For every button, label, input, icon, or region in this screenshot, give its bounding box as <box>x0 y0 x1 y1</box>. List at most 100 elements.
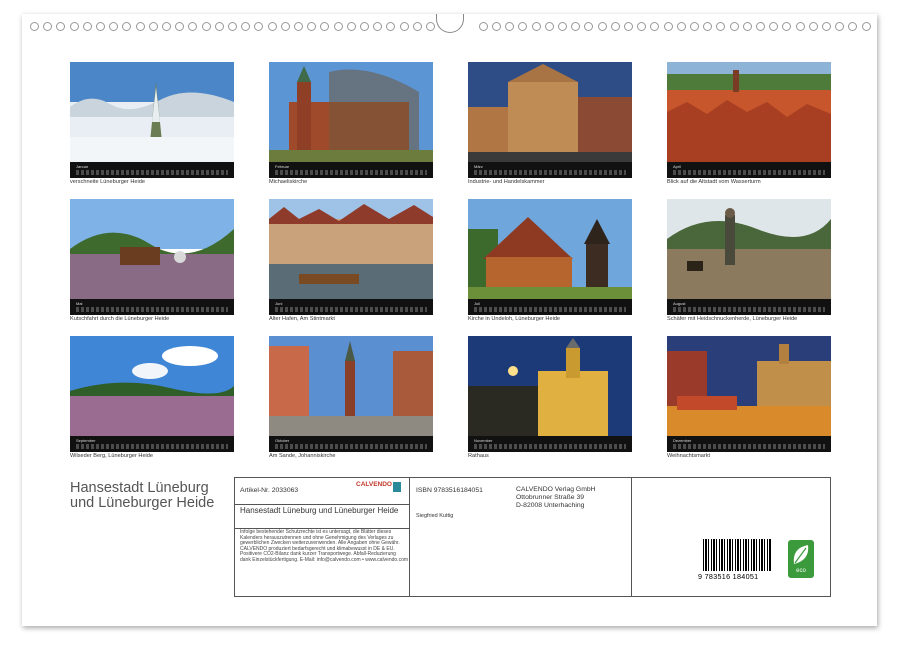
barcode-number: 9 783516 184051 <box>698 572 758 581</box>
photo-april <box>667 62 831 162</box>
leaf-icon <box>788 540 814 570</box>
month-label: Februar <box>275 164 289 169</box>
month-strip: November <box>468 436 632 452</box>
binding-ring <box>743 22 752 31</box>
month-strip: Juli <box>468 299 632 315</box>
eco-label: eco <box>788 568 814 574</box>
photo-may <box>70 199 234 299</box>
title-line-1: Hansestadt Lüneburg <box>70 481 214 496</box>
thumb-december: Dezember <box>667 336 831 452</box>
month-label: Dezember <box>673 438 691 443</box>
month-strip: Oktober <box>269 436 433 452</box>
binding-ring <box>558 22 567 31</box>
binding-ring <box>307 22 316 31</box>
binding-ring <box>294 22 303 31</box>
photo-november <box>468 336 632 436</box>
thumb-june: Juni <box>269 199 433 315</box>
divider <box>235 504 409 505</box>
month-label: Januar <box>76 164 88 169</box>
binding-ring <box>545 22 554 31</box>
month-label: September <box>76 438 96 443</box>
caption-july: Kirche in Undeloh, Lüneburger Heide <box>468 316 560 322</box>
month-label: Juni <box>275 301 282 306</box>
month-strip: März <box>468 162 632 178</box>
binding-ring <box>611 22 620 31</box>
thumb-january: Januar <box>70 62 234 178</box>
publisher-line-2: Ottobrunner Straße 39 <box>516 494 584 501</box>
binding-ring <box>241 22 250 31</box>
publisher-line-3: D-82008 Unterhaching <box>516 502 584 509</box>
caption-may: Kutschfahrt durch die Lüneburger Heide <box>70 316 169 322</box>
caption-august: Schäfer mit Heidschnuckenherde, Lüneburg… <box>667 316 797 322</box>
binding-ring <box>254 22 263 31</box>
binding-ring <box>598 22 607 31</box>
binding-ring <box>175 22 184 31</box>
binding-ring <box>703 22 712 31</box>
binding-ring <box>624 22 633 31</box>
caption-september: Wilseder Berg, Lüneburger Heide <box>70 453 153 459</box>
thumb-may: Mai <box>70 199 234 315</box>
month-label: Juli <box>474 301 480 306</box>
binding-ring <box>848 22 857 31</box>
calvendo-logo-mark <box>393 482 401 492</box>
binding-ring <box>386 22 395 31</box>
binding-ring <box>571 22 580 31</box>
thumb-march: März <box>468 62 632 178</box>
binding-ring <box>188 22 197 31</box>
binding-ring <box>518 22 527 31</box>
binding-ring <box>637 22 646 31</box>
binding-ring <box>584 22 593 31</box>
binding-ring <box>650 22 659 31</box>
binding-ring <box>809 22 818 31</box>
caption-february: Michaeliskirche <box>269 179 307 185</box>
binding-ring <box>492 22 501 31</box>
divider <box>409 478 410 596</box>
thumb-july: Juli <box>468 199 632 315</box>
month-label: Oktober <box>275 438 289 443</box>
binding-ring <box>716 22 725 31</box>
product-title: Hansestadt Lüneburg und Lüneburger Heide <box>240 507 408 515</box>
month-label: April <box>673 164 681 169</box>
legal-text: Infolge bestehender Schutzrechte ist es … <box>240 530 408 564</box>
binding-ring <box>215 22 224 31</box>
binding-ring <box>70 22 79 31</box>
binding-ring <box>96 22 105 31</box>
month-label: Mai <box>76 301 82 306</box>
binding-ring <box>400 22 409 31</box>
publisher-line-1: CALVENDO Verlag GmbH <box>516 486 596 493</box>
photo-october <box>269 336 433 436</box>
thumb-october: Oktober <box>269 336 433 452</box>
binding-ring <box>532 22 541 31</box>
binding-ring <box>479 22 488 31</box>
month-strip: Februar <box>269 162 433 178</box>
binding-ring <box>56 22 65 31</box>
month-strip: Juni <box>269 299 433 315</box>
caption-march: Industrie- und Handelskammer <box>468 179 544 185</box>
binding-ring <box>109 22 118 31</box>
photo-december <box>667 336 831 436</box>
binding-ring <box>320 22 329 31</box>
binding-ring <box>268 22 277 31</box>
ean-barcode <box>703 539 771 571</box>
binding-ring <box>426 22 435 31</box>
binding-ring <box>162 22 171 31</box>
month-strip: Dezember <box>667 436 831 452</box>
calvendo-logo: CALVENDO <box>356 481 392 488</box>
binding-ring <box>373 22 382 31</box>
month-strip: August <box>667 299 831 315</box>
caption-november: Rathaus <box>468 453 489 459</box>
binding-ring <box>835 22 844 31</box>
month-strip: Januar <box>70 162 234 178</box>
binding-ring <box>83 22 92 31</box>
binding-ring <box>334 22 343 31</box>
binding-ring <box>862 22 871 31</box>
binding-ring <box>122 22 131 31</box>
binding-ring <box>677 22 686 31</box>
calendar-title: Hansestadt Lüneburg und Lüneburger Heide <box>70 481 214 511</box>
binding-ring <box>360 22 369 31</box>
binding-ring <box>782 22 791 31</box>
binding-ring <box>796 22 805 31</box>
photo-february <box>269 62 433 162</box>
binding-ring <box>664 22 673 31</box>
binding-ring <box>43 22 52 31</box>
